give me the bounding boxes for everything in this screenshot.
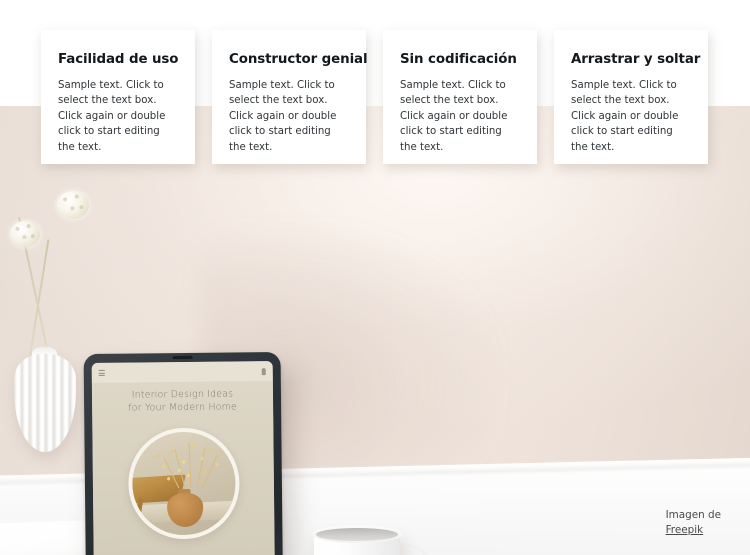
feature-card-list: Facilidad de uso Sample text. Click to s… [41,30,708,164]
tablet-device: Interior Design Ideas for Your Modern Ho… [83,351,284,555]
image-attribution: Imagen de Freepik [666,508,721,538]
mug-interior [316,528,398,541]
dried-flower-head-icon [57,191,89,219]
feature-card-sin-codificacion[interactable]: Sin codificación Sample text. Click to s… [383,30,537,164]
tablet-site-header [91,361,273,383]
attribution-prefix: Imagen de [665,509,721,521]
feature-card-title: Arrastrar y soltar [571,52,701,67]
feature-card-title: Constructor genial [229,52,368,67]
tablet-screen: Interior Design Ideas for Your Modern Ho… [91,361,276,555]
feature-card-title: Facilidad de uso [58,52,179,67]
tablet-camera-icon [172,355,193,360]
hero-photo: Interior Design Ideas for Your Modern Ho… [0,106,750,555]
terracotta-pot [166,492,204,528]
feature-card-text: Sample text. Click to select the text bo… [58,80,166,153]
feature-card-text: Sample text. Click to select the text bo… [571,80,679,153]
feature-card-facilidad-de-uso[interactable]: Facilidad de uso Sample text. Click to s… [41,30,195,164]
feature-card-text: Sample text. Click to select the text bo… [400,80,508,153]
tablet-headline: Interior Design Ideas for Your Modern Ho… [92,388,273,415]
tablet-site-body: Interior Design Ideas for Your Modern Ho… [91,381,276,555]
attribution-link-freepik[interactable]: Freepik [666,523,721,538]
dried-flower-head-icon [10,221,40,247]
feature-card-title: Sin codificación [400,52,517,67]
page-root: Interior Design Ideas for Your Modern Ho… [0,0,750,555]
feature-card-text: Sample text. Click to select the text bo… [229,80,337,153]
hamburger-menu-icon[interactable] [98,369,105,376]
bell-icon[interactable] [261,367,266,375]
tablet-hero-circle-image [127,427,240,540]
tablet-headline-line-2: for Your Modern Home [128,400,238,414]
feature-card-arrastrar-y-soltar[interactable]: Arrastrar y soltar Sample text. Click to… [554,30,708,164]
feature-card-constructor-genial[interactable]: Constructor genial Sample text. Click to… [212,30,368,164]
